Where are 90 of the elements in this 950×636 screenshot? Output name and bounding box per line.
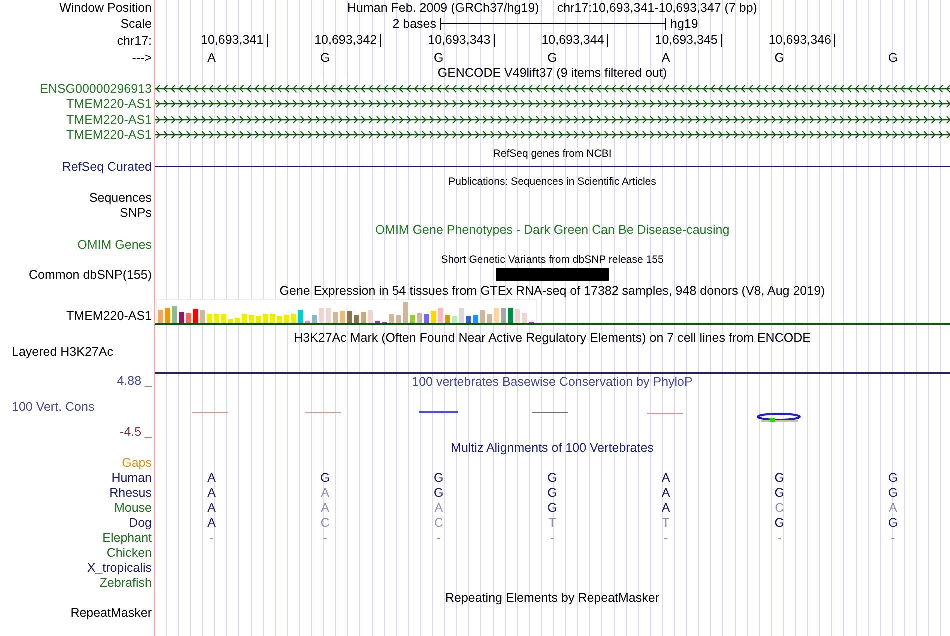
base-letter: A <box>662 500 670 514</box>
base-letter: - <box>891 530 896 544</box>
base-letter: G <box>320 470 330 484</box>
axis-min-label: -4.5 _ <box>119 425 152 439</box>
track-title: Multiz Alignments of 100 Vertebrates <box>451 440 654 454</box>
base-letter: G <box>774 470 784 484</box>
scale-text: hg19 <box>670 16 700 30</box>
base-letter: A <box>662 470 670 484</box>
track-label[interactable]: Common dbSNP(155) <box>29 268 152 282</box>
base-letter: G <box>434 50 444 64</box>
track-label[interactable]: SNPs <box>120 206 152 220</box>
track-label[interactable]: RefSeq Curated <box>62 160 152 174</box>
base-letter: G <box>548 470 558 484</box>
track-title: Publications: Sequences in Scientific Articles <box>448 176 656 188</box>
track-label[interactable]: TMEM220-AS1 <box>66 112 152 126</box>
base-letter: G <box>774 486 784 500</box>
base-letter: T <box>548 516 556 530</box>
track-label[interactable]: TMEM220-AS1 <box>66 97 152 111</box>
track-label[interactable]: X_tropicalis <box>87 560 152 574</box>
track-label[interactable]: Dog <box>129 516 152 530</box>
track-title: Gene Expression in 54 tissues from GTEx RNA-seq of 17382 samples, 948 donors (V8, Aug 2019) <box>280 284 826 298</box>
base-letter: G <box>434 486 444 500</box>
position-label: 10,693,342 <box>314 34 382 47</box>
base-letter: G <box>548 500 558 514</box>
axis-max-label: 4.88 _ <box>116 374 152 388</box>
position-label: 10,693,346 <box>768 34 836 47</box>
track-label[interactable]: Elephant <box>102 530 152 544</box>
track-label[interactable]: chr17: <box>117 34 152 48</box>
track-label[interactable]: TMEM220-AS1 <box>66 309 152 323</box>
base-letter: - <box>323 530 328 544</box>
base-letter: A <box>208 516 216 530</box>
base-letter: A <box>208 470 216 484</box>
track-label[interactable]: Mouse <box>114 500 152 514</box>
track-label[interactable]: Layered H3K27Ac <box>12 345 114 359</box>
track-label[interactable]: Rhesus <box>110 486 152 500</box>
track-title: RefSeq genes from NCBI <box>493 148 612 160</box>
position-label: 10,693,345 <box>655 34 722 47</box>
position-label: 10,693,343 <box>428 34 495 47</box>
base-letter: G <box>320 50 330 64</box>
base-letter: A <box>662 50 670 64</box>
base-letter: G <box>888 50 898 64</box>
base-letter: C <box>775 500 784 514</box>
position-label: 10,693,344 <box>542 34 608 47</box>
base-letter: G <box>548 486 558 500</box>
base-letter: A <box>208 50 216 64</box>
position-range: chr17:10,693,341-10,693,347 (7 bp) <box>557 1 758 15</box>
base-letter: T <box>662 516 670 530</box>
base-letter: A <box>321 500 330 514</box>
track-title: OMIM Gene Phenotypes - Dark Green Can Be Disease-causing <box>375 222 730 236</box>
track-label[interactable]: TMEM220-AS1 <box>66 128 152 142</box>
base-letter: A <box>434 500 444 514</box>
scale-text: 2 bases <box>392 16 438 30</box>
position-label: 10,693,341 <box>201 34 268 47</box>
base-letter: G <box>774 50 784 64</box>
track-label[interactable]: Zebrafish <box>100 576 152 590</box>
base-letter: - <box>550 530 555 544</box>
track-label[interactable]: RepeatMasker <box>70 606 152 620</box>
expression-bars-drawing[interactable] <box>156 299 537 323</box>
base-letter: G <box>888 486 898 500</box>
track-label[interactable]: OMIM Genes <box>78 238 152 252</box>
base-letter: A <box>321 486 330 500</box>
track-title: 100 vertebrates Basewise Conservation by PhyloP <box>412 375 693 389</box>
track-label[interactable]: ENSG00000296913 <box>40 82 152 96</box>
track-label[interactable]: ---> <box>132 50 152 64</box>
base-letter: G <box>434 470 444 484</box>
track-title: H3K27Ac Mark (Often Found Near Active Regulatory Elements) on 7 cell lines from ENCODE <box>294 331 811 345</box>
base-letter: A <box>208 500 216 514</box>
base-letter: G <box>774 516 784 530</box>
assembly-title: Human Feb. 2009 (GRCh37/hg19) <box>348 1 540 15</box>
track-label[interactable]: Window Position <box>60 1 152 15</box>
track-label[interactable]: Human <box>112 470 152 484</box>
track-title: Short Genetic Variants from dbSNP release 155 <box>441 254 664 266</box>
base-letter: C <box>434 516 444 530</box>
base-letter: - <box>664 530 668 544</box>
base-letter: - <box>778 530 782 544</box>
track-label[interactable]: Sequences <box>89 190 152 204</box>
base-letter: A <box>889 500 898 514</box>
base-letter: A <box>208 486 216 500</box>
base-letter: C <box>320 516 330 530</box>
track-title: Repeating Elements by RepeatMasker <box>445 591 660 605</box>
track-label[interactable]: 100 Vert. Cons <box>12 400 152 414</box>
track-label[interactable]: Scale <box>120 16 152 30</box>
base-letter: G <box>548 50 558 64</box>
base-letter: G <box>888 516 898 530</box>
base-letter: - <box>436 530 441 544</box>
base-letter: G <box>888 470 898 484</box>
base-letter: A <box>662 486 670 500</box>
base-letter: - <box>210 530 214 544</box>
track-label[interactable]: Chicken <box>106 546 152 560</box>
track-title: GENCODE V49lift37 (9 items filtered out) <box>438 66 668 80</box>
